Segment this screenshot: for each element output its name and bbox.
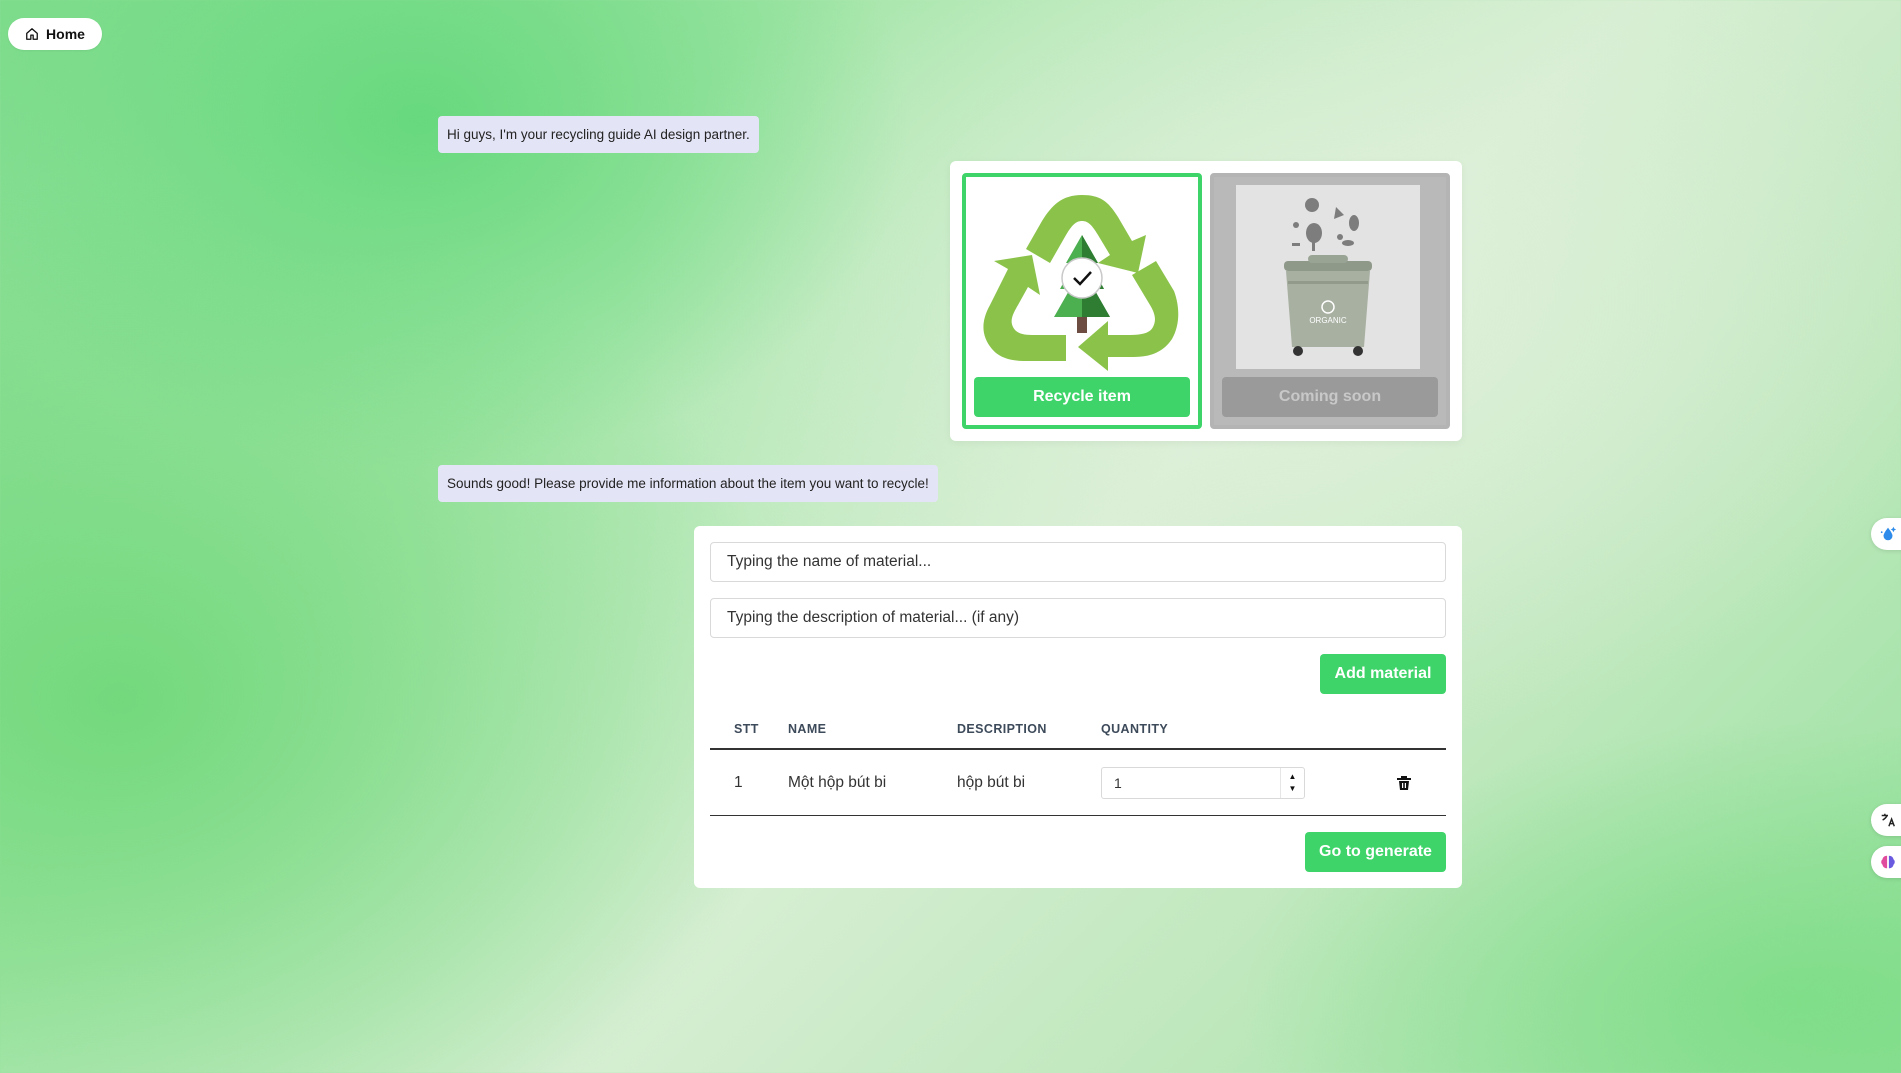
water-drop-sparkle-icon (1880, 526, 1897, 541)
quantity-value[interactable]: 1 (1102, 775, 1122, 791)
side-tool-translate[interactable] (1871, 804, 1901, 836)
coming-soon-button: Coming soon (1222, 377, 1438, 417)
header-stt: STT (734, 722, 759, 736)
trash-icon[interactable] (1396, 775, 1412, 791)
recycle-item-card[interactable]: Recycle item (962, 173, 1202, 429)
header-description: DESCRIPTION (957, 722, 1047, 736)
home-button[interactable]: Home (8, 18, 102, 50)
cell-stt: 1 (734, 773, 743, 791)
header-quantity: QUANTITY (1101, 722, 1169, 736)
go-to-generate-button[interactable]: Go to generate (1305, 832, 1446, 872)
side-tool-water[interactable] (1871, 518, 1901, 550)
brain-icon (1881, 855, 1895, 869)
material-description-input[interactable] (710, 598, 1446, 638)
material-form: Add material STT NAME DESCRIPTION QUANTI… (694, 526, 1462, 888)
organic-bin-icon: ORGANIC (1284, 198, 1372, 356)
quantity-spinner[interactable]: ▲ ▼ (1280, 767, 1304, 798)
recycle-tree-icon (983, 195, 1179, 371)
quantity-stepper[interactable]: 1 ▲ ▼ (1101, 766, 1305, 799)
bin-label: ORGANIC (1309, 316, 1347, 325)
translate-icon (1881, 813, 1895, 827)
materials-table: STT NAME DESCRIPTION QUANTITY 1 Một hộp … (710, 710, 1446, 816)
material-name-input[interactable] (710, 542, 1446, 582)
chat-bubble-greeting: Hi guys, I'm your recycling guide AI des… (438, 116, 759, 153)
table-header: STT NAME DESCRIPTION QUANTITY (710, 710, 1446, 750)
cell-description: hộp bút bi (957, 773, 1026, 791)
add-material-button[interactable]: Add material (1320, 654, 1446, 694)
header-name: NAME (788, 722, 827, 736)
increment-arrow-icon[interactable]: ▲ (1289, 771, 1297, 783)
recycle-item-button[interactable]: Recycle item (974, 377, 1190, 417)
organic-bin-image: ORGANIC (1236, 185, 1420, 369)
cell-name: Một hộp bút bi (788, 773, 887, 791)
coming-soon-card: ORGANIC Coming soon (1210, 173, 1450, 429)
chat-bubble-prompt: Sounds good! Please provide me informati… (438, 465, 938, 502)
home-label: Home (46, 26, 85, 42)
decrement-arrow-icon[interactable]: ▼ (1289, 783, 1297, 795)
side-tool-brain[interactable] (1871, 846, 1901, 878)
option-panel: Recycle item ORGANIC Coming soon (950, 161, 1462, 441)
home-icon (26, 28, 38, 40)
table-row: 1 Một hộp bút bi hộp bút bi 1 ▲ ▼ (710, 750, 1446, 816)
